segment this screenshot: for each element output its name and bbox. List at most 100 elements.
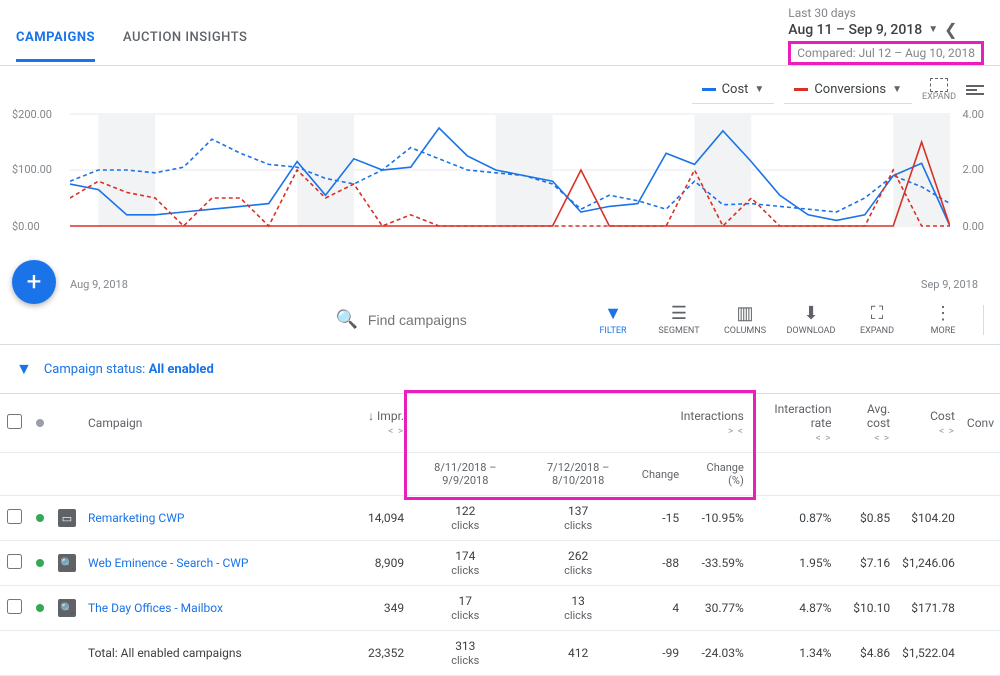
cell-period2: 137clicks (521, 496, 636, 541)
row-checkbox[interactable] (7, 599, 22, 614)
x-tick-start: Aug 9, 2018 (70, 278, 128, 291)
table-row: 🔍 The Day Offices - Mailbox 34917clicks13c… (0, 586, 1000, 631)
expand-chart-button[interactable]: EXPAND (922, 78, 956, 102)
filter-label: FILTER (599, 326, 626, 336)
col-interactions[interactable]: Interactions > < (410, 394, 750, 453)
col-interaction-rate[interactable]: Interaction rate < > (750, 394, 838, 453)
cell-cost: $1,246.06 (896, 541, 961, 586)
download-label: DOWNLOAD (787, 326, 836, 336)
subheader-period2: 7/12/2018 – 8/10/2018 (521, 453, 636, 496)
cell-rate: 1.95% (750, 541, 838, 586)
cell-period1: 17clicks (410, 586, 520, 631)
chevron-collapse-icon[interactable]: > < (728, 426, 744, 437)
campaign-type-icon: ▭ (58, 509, 76, 527)
cell-change: -88 (636, 541, 685, 586)
download-button[interactable]: ⬇ DOWNLOAD (785, 303, 837, 336)
campaign-link[interactable]: Web Eminence - Search - CWP (88, 556, 249, 570)
totals-label: Total: All enabled campaigns (82, 631, 362, 676)
cell-avg-cost: $7.16 (837, 541, 896, 586)
y-tick-right: 4.00 (963, 108, 984, 121)
totals-row: Total: All enabled campaigns23,352313cli… (0, 631, 1000, 676)
cell-avg-cost: $0.85 (837, 496, 896, 541)
cell-impr: 349 (362, 586, 410, 631)
metric-cost-selector[interactable]: Cost ▼ (692, 76, 775, 104)
col-impr[interactable]: ↓ Impr. < > (362, 394, 410, 453)
tab-auction-insights[interactable]: AUCTION INSIGHTS (123, 30, 247, 62)
totals-cost: $1,522.04 (896, 631, 961, 676)
subheader-change: Change (636, 453, 685, 496)
campaigns-table: Campaign ↓ Impr. < > Interactions > < In… (0, 394, 1000, 676)
filter-chip[interactable]: Campaign status: All enabled (44, 362, 214, 377)
cell-change-pct: -10.95% (685, 496, 750, 541)
segment-button[interactable]: ☰ SEGMENT (653, 303, 705, 336)
date-range-value[interactable]: Aug 11 – Sep 9, 2018 (788, 22, 922, 38)
segment-label: SEGMENT (658, 326, 699, 336)
row-checkbox[interactable] (7, 509, 22, 524)
search-icon: 🔍 (335, 309, 357, 330)
filter-button[interactable]: ▼ FILTER (587, 303, 639, 336)
col-cost[interactable]: Cost < > (896, 394, 961, 453)
metric-conversions-label: Conversions (814, 82, 886, 97)
columns-button[interactable]: ▥ COLUMNS (719, 303, 771, 336)
status-header-icon (36, 419, 44, 427)
cell-change-pct: 30.77% (685, 586, 750, 631)
conversions-swatch-icon (794, 88, 808, 91)
totals-change-pct: -24.03% (685, 631, 750, 676)
chevron-expand-icon[interactable]: < > (874, 433, 890, 444)
cell-change: -15 (636, 496, 685, 541)
select-all-checkbox[interactable] (7, 414, 22, 429)
more-icon: ⋮ (934, 303, 952, 323)
expand-table-button[interactable]: ⛶ EXPAND (851, 303, 903, 336)
campaign-link[interactable]: Remarketing CWP (88, 511, 184, 525)
totals-change: -99 (636, 631, 685, 676)
metric-conversions-selector[interactable]: Conversions ▼ (784, 76, 912, 104)
col-interactions-label: Interactions (681, 409, 744, 423)
y-tick-right: 2.00 (963, 163, 984, 176)
expand-icon (930, 78, 948, 92)
cell-period2: 13clicks (521, 586, 636, 631)
dropdown-caret-icon[interactable]: ▼ (928, 24, 938, 35)
chevron-expand-icon[interactable]: < > (939, 426, 955, 437)
chevron-left-icon[interactable]: ❮ (944, 20, 957, 39)
tab-campaigns[interactable]: CAMPAIGNS (16, 30, 95, 62)
funnel-icon[interactable]: ▼ (16, 359, 32, 379)
totals-p1: 313clicks (410, 631, 520, 676)
y-tick-left: $0.00 (12, 220, 40, 233)
more-button[interactable]: ⋮ MORE (917, 303, 969, 336)
campaign-type-icon: 🔍 (58, 599, 76, 617)
adjust-chart-button[interactable] (966, 85, 984, 95)
chevron-expand-icon[interactable]: < > (816, 433, 832, 444)
add-button[interactable]: + (12, 260, 56, 304)
cost-swatch-icon (702, 88, 716, 91)
col-campaign[interactable]: Campaign (82, 394, 362, 453)
search-input[interactable] (368, 312, 498, 328)
cell-cost: $104.20 (896, 496, 961, 541)
cell-period1: 122clicks (410, 496, 520, 541)
cell-cost: $171.78 (896, 586, 961, 631)
table-row: 🔍Web Eminence - Search - CWP8,909174clic… (0, 541, 1000, 586)
table-row: ▭Remarketing CWP14,094122clicks137clicks… (0, 496, 1000, 541)
y-tick-left: $200.00 (12, 108, 52, 121)
subheader-change-pct: Change (%) (685, 453, 750, 496)
expand-icon: ⛶ (871, 303, 884, 323)
cell-rate: 4.87% (750, 586, 838, 631)
campaign-type-icon: 🔍 (58, 554, 76, 572)
campaign-link[interactable]: The Day Offices - Mailbox (88, 601, 223, 615)
status-enabled-icon (36, 604, 44, 612)
col-cost-label: Cost (930, 409, 955, 423)
col-avgcost-label: Avg. cost (867, 402, 890, 430)
chevron-expand-icon[interactable]: < > (388, 426, 404, 437)
metric-cost-label: Cost (722, 82, 749, 97)
col-avg-cost[interactable]: Avg. cost < > (837, 394, 896, 453)
chart-svg (70, 108, 950, 233)
expand-label: EXPAND (860, 326, 894, 336)
search-campaigns[interactable]: 🔍 (335, 309, 497, 330)
filter-icon: ▼ (604, 303, 622, 323)
expand-label: EXPAND (922, 92, 956, 102)
divider (983, 305, 984, 335)
row-checkbox[interactable] (7, 554, 22, 569)
segment-icon: ☰ (671, 303, 687, 323)
totals-rate: 1.34% (750, 631, 838, 676)
col-conv[interactable]: Conv (961, 394, 1000, 453)
totals-p2: 412 (521, 631, 636, 676)
